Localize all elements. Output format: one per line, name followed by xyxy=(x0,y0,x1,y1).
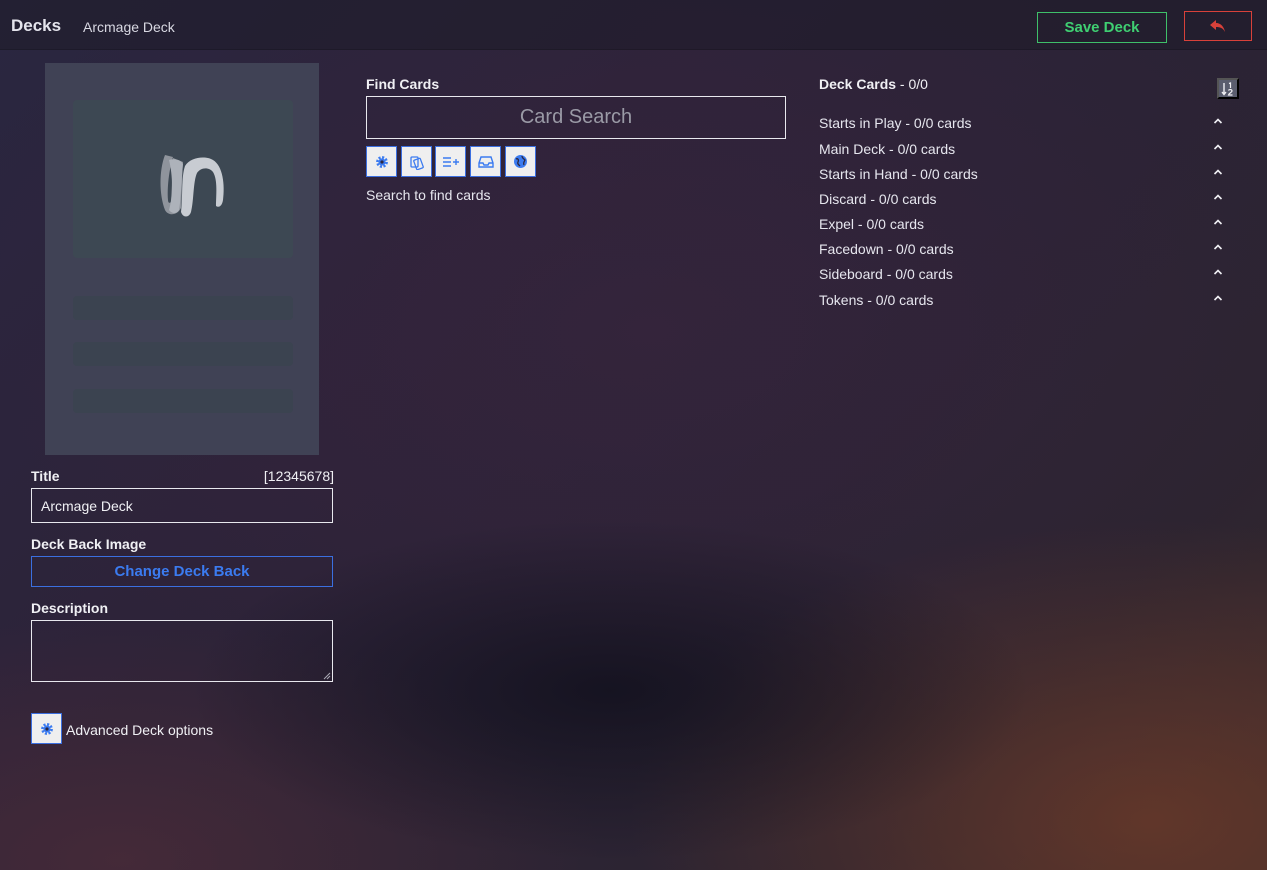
card-placeholder-line xyxy=(73,296,293,320)
advanced-options-label[interactable]: Advanced Deck options xyxy=(66,722,213,738)
undo-arrow-icon xyxy=(1210,20,1225,32)
arcmage-logo-icon xyxy=(160,155,224,217)
deck-back-preview xyxy=(45,63,319,455)
global-search-button[interactable] xyxy=(505,146,536,177)
zone-sideboard[interactable]: Sideboard - 0/0 cards xyxy=(819,264,1229,284)
zone-main-deck[interactable]: Main Deck - 0/0 cards xyxy=(819,139,1229,159)
deck-cards-count: - 0/0 xyxy=(896,76,928,92)
zone-label: Main Deck - 0/0 cards xyxy=(819,141,956,157)
zone-label: Facedown - 0/0 cards xyxy=(819,241,954,257)
chevron-up-icon[interactable] xyxy=(1213,193,1223,201)
top-bar: Decks Arcmage Deck Save Deck xyxy=(0,0,1267,50)
cards-icon xyxy=(409,155,424,170)
deck-id: [12345678] xyxy=(263,468,334,484)
sort-button[interactable] xyxy=(1217,78,1239,99)
search-settings-button[interactable] xyxy=(366,146,397,177)
deck-cards-label: Deck Cards xyxy=(819,76,897,92)
chevron-up-icon[interactable] xyxy=(1213,268,1223,276)
description-textarea[interactable] xyxy=(31,620,333,682)
zone-facedown[interactable]: Facedown - 0/0 cards xyxy=(819,239,1229,259)
zone-label: Discard - 0/0 cards xyxy=(819,191,937,207)
zone-label: Sideboard - 0/0 cards xyxy=(819,266,953,282)
zone-tokens[interactable]: Tokens - 0/0 cards xyxy=(819,290,1229,310)
card-placeholder-line xyxy=(73,342,293,366)
search-hint: Search to find cards xyxy=(366,187,491,203)
zone-expel[interactable]: Expel - 0/0 cards xyxy=(819,214,1229,234)
chevron-up-icon[interactable] xyxy=(1213,143,1223,151)
gear-icon xyxy=(40,722,53,735)
zone-discard[interactable]: Discard - 0/0 cards xyxy=(819,189,1229,209)
chevron-up-icon[interactable] xyxy=(1213,168,1223,176)
chevron-up-icon[interactable] xyxy=(1213,294,1223,302)
change-deck-back-button[interactable]: Change Deck Back xyxy=(31,556,333,587)
deck-cards-heading: Deck Cards - 0/0 xyxy=(819,76,928,92)
resize-grip-icon[interactable] xyxy=(323,672,331,680)
title-input[interactable]: Arcmage Deck xyxy=(31,488,333,523)
globe-icon xyxy=(514,155,527,168)
chevron-up-icon[interactable] xyxy=(1213,117,1223,125)
chevron-up-icon[interactable] xyxy=(1213,218,1223,226)
advanced-options-button[interactable] xyxy=(31,713,62,744)
zone-starts-in-play[interactable]: Starts in Play - 0/0 cards xyxy=(819,113,1229,133)
gear-icon xyxy=(375,155,388,168)
zone-starts-in-hand[interactable]: Starts in Hand - 0/0 cards xyxy=(819,164,1229,184)
deck-name-breadcrumb: Arcmage Deck xyxy=(83,19,175,35)
inbox-icon xyxy=(477,155,494,168)
page-title[interactable]: Decks xyxy=(11,16,61,36)
zone-label: Tokens - 0/0 cards xyxy=(819,292,934,308)
card-art-area xyxy=(73,100,293,258)
add-to-list-button[interactable] xyxy=(435,146,466,177)
card-search-input[interactable]: Card Search xyxy=(366,96,786,139)
deck-back-image-label: Deck Back Image xyxy=(31,536,147,552)
card-placeholder-line xyxy=(73,389,293,413)
description-label: Description xyxy=(31,600,109,616)
title-label: Title xyxy=(31,468,60,484)
list-add-icon xyxy=(442,156,459,167)
zone-label: Starts in Play - 0/0 cards xyxy=(819,115,972,131)
sort-numeric-icon xyxy=(1221,81,1233,96)
find-cards-heading: Find Cards xyxy=(366,76,440,92)
collection-button[interactable] xyxy=(470,146,501,177)
back-button[interactable] xyxy=(1184,11,1252,41)
chevron-up-icon[interactable] xyxy=(1213,243,1223,251)
zone-label: Expel - 0/0 cards xyxy=(819,216,925,232)
save-deck-button[interactable]: Save Deck xyxy=(1037,12,1167,43)
zone-label: Starts in Hand - 0/0 cards xyxy=(819,166,978,182)
card-view-button[interactable] xyxy=(401,146,432,177)
